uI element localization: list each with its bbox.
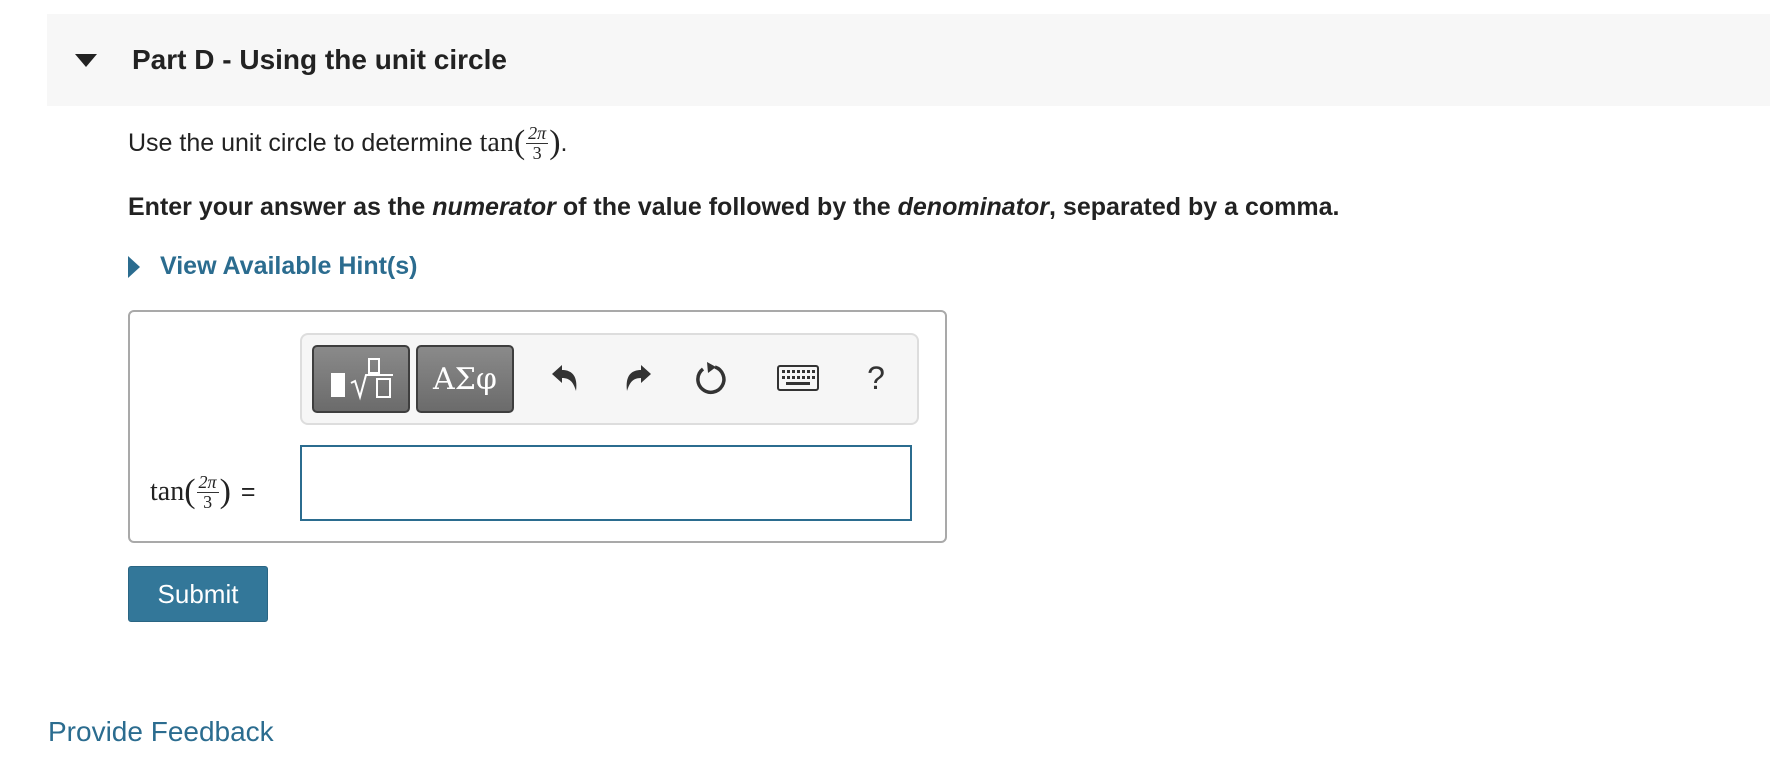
submit-button[interactable]: Submit [128,566,268,622]
undo-button[interactable] [542,355,588,401]
part-title: Part D - Using the unit circle [132,44,507,75]
prompt-func: tan [479,127,514,159]
math-toolbar: ΑΣφ ? [300,333,919,425]
instructions-em-numerator: numerator [432,193,556,221]
reset-button[interactable] [688,355,734,401]
instructions-em-denominator: denominator [897,193,1050,221]
keyboard-button[interactable] [772,355,824,401]
answer-label-equals: = [240,477,256,506]
reset-icon [696,362,726,395]
help-label: ? [867,359,885,396]
redo-button[interactable] [615,355,661,401]
prompt-denominator: 3 [532,142,542,163]
prompt-close-paren: ) [549,124,561,162]
provide-feedback-link[interactable]: Provide Feedback [48,716,274,748]
answer-box: ΑΣφ ? tan (2π 3) = [128,310,947,543]
answer-label-fraction: 2π 3 [196,471,219,512]
instructions-text-1: Enter your answer as the [128,193,433,221]
prompt-text: Use the unit circle to determine [128,128,473,157]
help-button[interactable]: ? [853,355,899,401]
answer-label-func: tan [150,476,185,507]
answer-label-numerator: 2π [196,471,219,493]
prompt-numerator: 2π [526,123,549,144]
templates-button[interactable] [312,345,410,413]
prompt-math: tan ( 2π 3 ) [480,124,561,163]
answer-label-denominator: 3 [203,491,213,512]
view-hints-link[interactable]: View Available Hint(s) [128,252,417,281]
fraction-root-template-icon [331,358,393,401]
symbols-button[interactable]: ΑΣφ [416,345,514,413]
instructions-text-3: , separated by a comma. [1049,193,1340,221]
redo-icon [626,365,651,391]
undo-icon [552,365,577,391]
answer-label-open-paren: ( [184,473,196,510]
part-header[interactable]: Part D - Using the unit circle [47,14,1770,106]
prompt-fraction: 2π 3 [526,123,549,163]
symbols-label: ΑΣφ [433,361,497,397]
view-hints-label: View Available Hint(s) [160,252,418,280]
keyboard-icon [777,365,819,391]
instructions-text-2: of the value followed by the [555,193,898,221]
answer-input[interactable] [300,445,912,521]
question-prompt: Use the unit circle to determine tan ( 2… [128,124,567,163]
answer-label: tan ( 2π 3 ) = [150,457,256,527]
prompt-open-paren: ( [513,124,526,162]
answer-instructions: Enter your answer as the numerator of th… [128,193,1339,222]
caret-down-icon[interactable] [75,54,97,67]
caret-right-icon [128,255,140,278]
answer-label-close-paren: ) [219,473,231,510]
prompt-period: . [560,128,568,157]
